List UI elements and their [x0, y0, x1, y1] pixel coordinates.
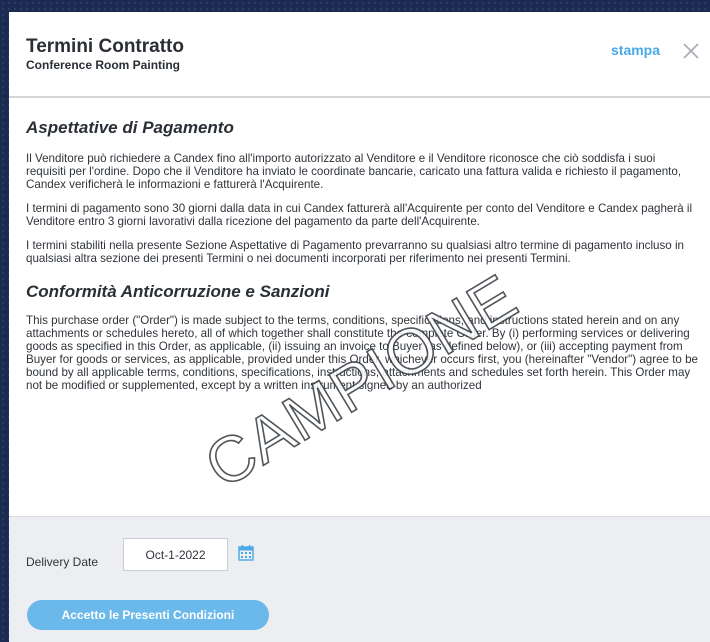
delivery-date-label: Delivery Date: [26, 555, 99, 569]
modal-header: Termini Contratto Conference Room Painti…: [9, 12, 710, 98]
delivery-date-input[interactable]: [123, 538, 228, 571]
close-icon[interactable]: [681, 41, 701, 61]
accept-terms-button[interactable]: Accetto le Presenti Condizioni: [27, 600, 269, 630]
page-subtitle: Conference Room Painting: [26, 58, 181, 72]
terms-content[interactable]: Aspettative di Pagamento Il Venditore pu…: [9, 98, 710, 516]
modal-footer: Delivery Date Accetto le Presenti Condiz…: [9, 516, 710, 642]
compliance-paragraph-1: This purchase order ("Order") is made su…: [26, 314, 698, 392]
terms-modal: Termini Contratto Conference Room Painti…: [9, 12, 710, 642]
payment-paragraph-1: Il Venditore può richiedere a Candex fin…: [26, 152, 682, 191]
payment-paragraph-2: I termini di pagamento sono 30 giorni da…: [26, 202, 693, 228]
section-title-compliance: Conformità Anticorruzione e Sanzioni: [26, 282, 330, 301]
print-link[interactable]: stampa: [611, 42, 660, 58]
payment-paragraph-3: I termini stabiliti nella presente Sezio…: [26, 239, 684, 265]
section-title-payment: Aspettative di Pagamento: [26, 118, 234, 137]
calendar-icon[interactable]: [238, 544, 254, 561]
page-title: Termini Contratto: [26, 36, 184, 57]
